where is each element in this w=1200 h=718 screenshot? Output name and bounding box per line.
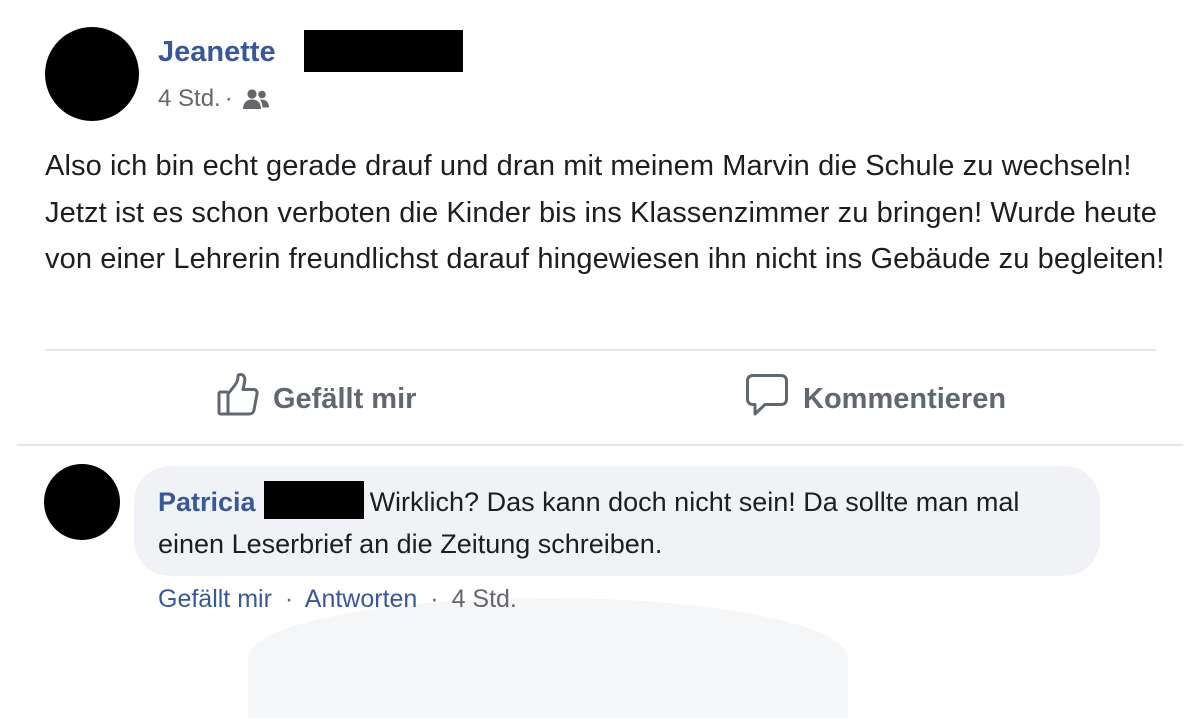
redaction-bar (304, 30, 463, 72)
comment-timestamp[interactable]: 4 Std. (452, 585, 517, 613)
post-author-avatar[interactable] (45, 27, 139, 121)
redaction-bar (263, 481, 364, 519)
post-meta: 4 Std. · (158, 84, 271, 114)
divider (17, 444, 1183, 446)
comment-actions: Gefällt mir · Antworten · 4 Std. (158, 583, 517, 615)
comment-reply-link[interactable]: Antworten (305, 585, 418, 613)
separator: · (430, 585, 439, 613)
background-shape (248, 598, 848, 718)
comment-like-link[interactable]: Gefällt mir (158, 585, 272, 613)
commenter-name[interactable]: Patricia (158, 487, 256, 517)
like-button[interactable]: Gefällt mir (217, 373, 417, 425)
comment-content: Patricia Wirklich? Das kann doch nicht se… (158, 481, 1058, 565)
divider (45, 349, 1156, 351)
thumbs-up-icon (217, 373, 259, 425)
post-author-name[interactable]: Jeanette (158, 33, 276, 71)
speech-bubble-icon (745, 373, 789, 425)
post-timestamp[interactable]: 4 Std. (158, 84, 221, 114)
friends-icon[interactable] (241, 88, 271, 110)
post-text: Also ich bin echt gerade drauf und dran … (45, 150, 1165, 275)
commenter-avatar[interactable] (44, 464, 120, 540)
meta-separator: · (224, 85, 233, 112)
comment-label: Kommentieren (803, 382, 1007, 415)
like-label: Gefällt mir (273, 382, 417, 415)
comment-button[interactable]: Kommentieren (745, 374, 1006, 424)
separator: · (284, 585, 294, 613)
